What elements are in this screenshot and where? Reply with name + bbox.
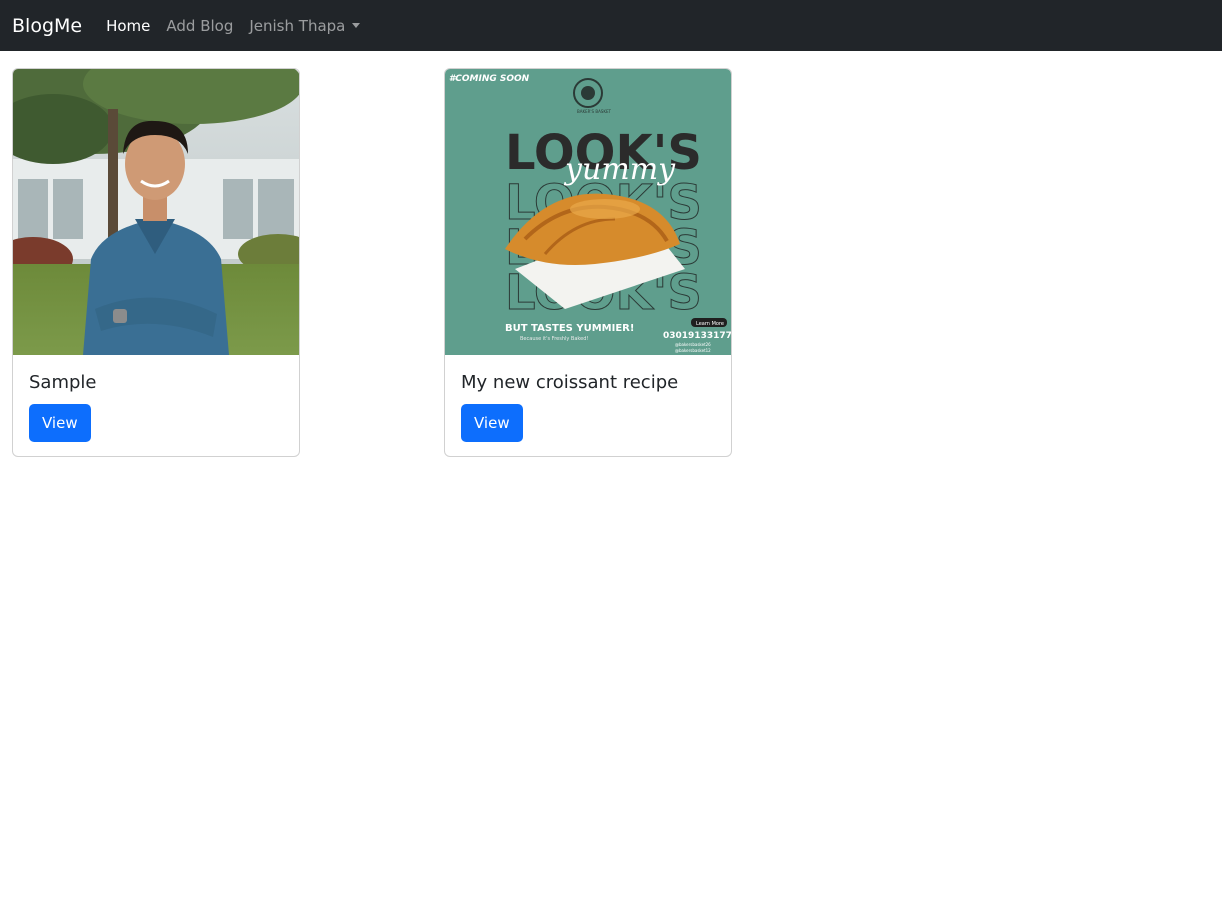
top-navbar: BlogMe Home Add Blog Jenish Thapa: [0, 0, 1222, 51]
person-photo-image: [13, 69, 299, 355]
blog-card: Sample View: [12, 68, 300, 457]
poster-tagline: BUT TASTES YUMMIER!: [505, 323, 634, 334]
blog-card: #COMING SOON BAKER'S BASKET LOOK'S LOOK'…: [444, 68, 732, 457]
caret-down-icon: [352, 23, 361, 28]
nav-home-link[interactable]: Home: [106, 17, 150, 35]
card-title: My new croissant recipe: [461, 372, 679, 393]
user-name-label: Jenish Thapa: [249, 16, 346, 35]
blog-card-grid: Sample View #COMING SOON BAKER'S BASKET …: [0, 51, 1222, 457]
card-title: Sample: [29, 372, 97, 393]
nav-user-dropdown[interactable]: Jenish Thapa: [249, 16, 361, 35]
nav-add-blog-link[interactable]: Add Blog: [166, 17, 233, 35]
view-post-button[interactable]: View: [461, 404, 523, 442]
poster-phone: 03019133177: [663, 331, 731, 341]
card-body: Sample View: [13, 355, 299, 456]
brand-logo-link[interactable]: BlogMe: [12, 15, 82, 37]
poster-logo-text: BAKER'S BASKET: [577, 109, 611, 114]
poster-script-text: yummy: [563, 152, 676, 187]
poster-tag: #COMING SOON: [449, 74, 530, 84]
croissant-poster-image: #COMING SOON BAKER'S BASKET LOOK'S LOOK'…: [445, 69, 731, 355]
poster-handle-2: @bakersbasket12: [675, 348, 711, 353]
card-body: My new croissant recipe View: [445, 355, 731, 456]
view-post-button[interactable]: View: [29, 404, 91, 442]
poster-subline: Because it's Freshly Baked!: [520, 336, 588, 342]
poster-handle-1: @bakersbasket26: [675, 342, 711, 347]
poster-learn-more: Learn More: [696, 321, 724, 327]
